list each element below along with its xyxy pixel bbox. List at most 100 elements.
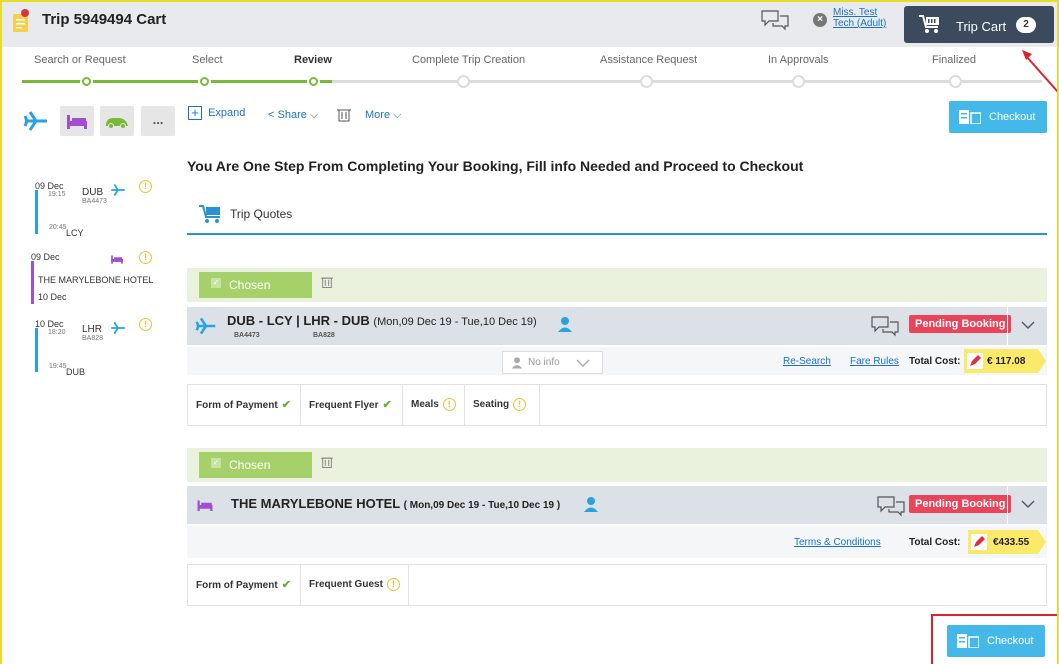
- flight-dates: (Mon,09 Dec 19 - Tue,10 Dec 19): [373, 316, 537, 328]
- step-label-assistance: Assistance Request: [600, 54, 698, 66]
- traveler-info-dropdown[interactable]: No info: [502, 351, 603, 374]
- flight2-timeline: [35, 328, 38, 372]
- remove-traveler-icon[interactable]: ×: [813, 13, 827, 27]
- trash-icon[interactable]: [321, 275, 333, 289]
- hotel-total-label: Total Cost:: [909, 537, 961, 548]
- flight-icon: [23, 111, 47, 131]
- hotel-name: THE MARYLEBONE HOTEL: [231, 496, 401, 511]
- chosen-label: Chosen: [229, 278, 271, 292]
- chevron-down-icon: [1021, 500, 1035, 508]
- check-icon: ✓: [211, 458, 221, 468]
- chevron-down-icon: [576, 359, 590, 367]
- pencil-icon[interactable]: [971, 534, 987, 550]
- step-label-complete: Complete Trip Creation: [412, 54, 526, 66]
- fare-rules-link[interactable]: Fare Rules: [850, 356, 899, 367]
- category-more-button[interactable]: ...: [141, 106, 175, 136]
- req-meals[interactable]: Meals!: [403, 385, 465, 425]
- trip-cart-label: Trip Cart: [956, 19, 1007, 34]
- chat-icon[interactable]: [876, 495, 906, 517]
- req-frequent-guest[interactable]: Frequent Guest!: [301, 565, 409, 605]
- progress-fill: [22, 80, 332, 83]
- flight-item-header[interactable]: DUB - LCY | LHR - DUB (Mon,09 Dec 19 - T…: [187, 307, 1047, 345]
- pencil-icon[interactable]: [967, 353, 983, 369]
- warning-icon: !: [442, 397, 456, 411]
- flight1-origin: DUB: [82, 187, 104, 198]
- hotel-name: THE MARYLEBONE HOTEL: [38, 275, 154, 285]
- trash-icon[interactable]: [321, 455, 333, 469]
- hotel-timeline: [31, 261, 34, 304]
- expand-button[interactable]: + Expand: [188, 106, 245, 120]
- req-label: Frequent Flyer: [309, 400, 379, 411]
- hotel-chosen-toggle[interactable]: ✓ Chosen: [199, 452, 312, 478]
- step-label-finalized: Finalized: [932, 54, 977, 66]
- chat-icon[interactable]: [760, 9, 790, 31]
- hotel-requirements-bar: Form of Payment ✔ Frequent Guest!: [187, 564, 1047, 606]
- trip-cart-button[interactable]: Trip Cart 2: [904, 6, 1054, 43]
- share-icon: <: [268, 109, 275, 121]
- step-dot-search: [80, 75, 93, 88]
- traveler-name[interactable]: Miss. Test: [833, 7, 886, 18]
- checkout-button-bottom[interactable]: Checkout: [947, 625, 1045, 657]
- flight2-dep-time: 18:20: [48, 329, 66, 336]
- hotel-expand-toggle[interactable]: [1007, 486, 1047, 524]
- category-car-button[interactable]: [100, 106, 134, 136]
- header-bar: Trip 5949494 Cart × Miss. Test Tech (Adu…: [2, 2, 1057, 47]
- trash-icon[interactable]: [337, 107, 351, 122]
- traveler-icon[interactable]: [583, 496, 599, 512]
- traveler-icon[interactable]: [557, 316, 573, 332]
- category-flight-button[interactable]: [19, 106, 53, 136]
- checkout-icon: [959, 110, 981, 124]
- expand-label: Expand: [208, 107, 246, 119]
- flight-route: DUB - LCY | LHR - DUB: [227, 313, 370, 328]
- traveler-type[interactable]: Tech (Adult): [833, 18, 886, 29]
- user-icon: [511, 357, 523, 369]
- plus-box-icon: +: [188, 106, 202, 120]
- progress-steps: Search or Request Select Review Complete…: [2, 47, 1057, 92]
- research-link[interactable]: Re-Search: [783, 356, 831, 367]
- more-label: More: [365, 109, 391, 121]
- flight1-code: BA4473: [82, 198, 107, 205]
- step-label-search: Search or Request: [34, 54, 126, 66]
- flight-icon: [195, 317, 216, 335]
- share-menu[interactable]: < Share ⌵: [268, 109, 318, 122]
- step-label-select: Select: [192, 54, 223, 66]
- hotel-icon: [67, 115, 87, 129]
- hotel-price-tag: €433.55: [968, 530, 1046, 554]
- flight-requirements-bar: Form of Payment ✔ Frequent Flyer ✔ Meals! …: [187, 384, 1047, 426]
- flight-expand-toggle[interactable]: [1007, 307, 1047, 345]
- no-info-label: No info: [528, 357, 560, 368]
- check-icon: ✔: [382, 399, 392, 411]
- req-frequent-flyer[interactable]: Frequent Flyer ✔: [301, 385, 403, 425]
- warning-icon: !: [386, 577, 400, 591]
- step-dot-select: [198, 75, 211, 88]
- page-headline: You Are One Step From Completing Your Bo…: [187, 158, 804, 174]
- req-form-of-payment[interactable]: Form of Payment ✔: [188, 565, 301, 605]
- check-icon: ✔: [281, 579, 291, 591]
- more-menu[interactable]: More ⌵: [365, 109, 401, 122]
- flight-chosen-bar: ✓ Chosen: [187, 268, 1047, 302]
- warning-icon: !: [139, 251, 152, 264]
- step-dot-review: [307, 75, 320, 88]
- flight-price-tag: € 117.08: [964, 349, 1046, 373]
- flight2-origin: LHR: [82, 324, 103, 335]
- step-label-approvals: In Approvals: [768, 54, 829, 66]
- req-label: Form of Payment: [196, 580, 278, 591]
- traveler-link[interactable]: Miss. Test Tech (Adult): [833, 7, 886, 29]
- req-form-of-payment[interactable]: Form of Payment ✔: [188, 385, 301, 425]
- terms-conditions-link[interactable]: Terms & Conditions: [794, 537, 881, 548]
- checkout-button-top[interactable]: Checkout: [949, 101, 1047, 133]
- itinerary-sidebar: 09 Dec 19:15 DUB BA4473 ! 20:45 LCY 09 D…: [2, 172, 177, 402]
- chevron-down-icon: ⌵: [309, 109, 319, 121]
- hotel-dates: ( Mon,09 Dec 19 - Tue,10 Dec 19 ): [403, 500, 561, 511]
- warning-icon: !: [513, 397, 527, 411]
- tab-trip-quotes[interactable]: Trip Quotes: [198, 204, 292, 227]
- flight-chosen-toggle[interactable]: ✓ Chosen: [199, 272, 312, 298]
- hotel-item-header[interactable]: THE MARYLEBONE HOTEL ( Mon,09 Dec 19 - T…: [187, 486, 1047, 524]
- flight-actions-bar: No info Re-Search Fare Rules Total Cost:…: [187, 347, 1047, 375]
- req-seating[interactable]: Seating!: [465, 385, 540, 425]
- cart-icon: [199, 205, 220, 223]
- hotel-actions-bar: Terms & Conditions Total Cost: €433.55: [187, 526, 1047, 558]
- flight-total-label: Total Cost:: [909, 356, 961, 367]
- category-hotel-button[interactable]: [60, 106, 94, 136]
- chat-icon[interactable]: [870, 315, 900, 337]
